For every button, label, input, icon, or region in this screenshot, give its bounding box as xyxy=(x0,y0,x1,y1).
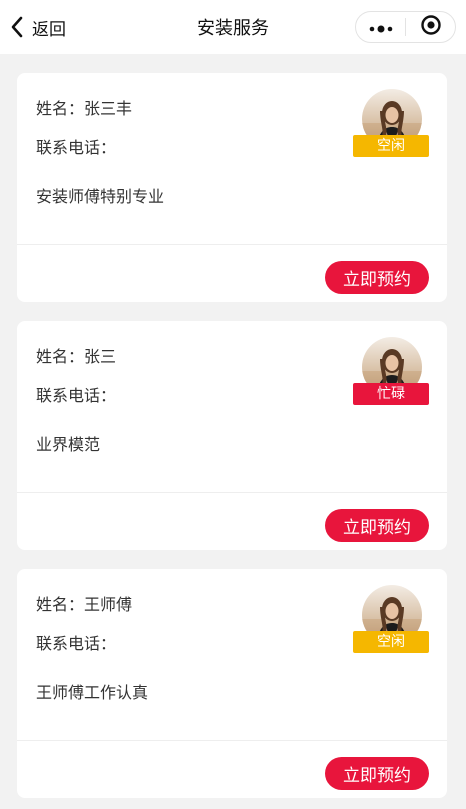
status-badge: 空闲 xyxy=(353,135,429,157)
target-close-icon xyxy=(420,14,442,40)
book-now-button[interactable]: 立即预约 xyxy=(325,509,429,542)
status-badge: 忙碌 xyxy=(353,383,429,405)
technician-description: 安装师傅特别专业 xyxy=(36,187,165,206)
close-mini-program-button[interactable] xyxy=(406,12,455,42)
technician-name: 姓名：王师傅 xyxy=(36,595,133,614)
technician-name: 姓名：张三丰 xyxy=(36,99,133,118)
more-dots-icon xyxy=(368,18,394,37)
navigation-bar: 返回 安装服务 xyxy=(0,0,466,54)
technician-description: 业界模范 xyxy=(36,435,101,454)
technician-phone: 联系电话： xyxy=(36,386,117,405)
status-badge: 空闲 xyxy=(353,631,429,653)
technician-card: 姓名：王师傅 联系电话： 王师傅工作认真 空闲 立即预约 xyxy=(17,569,447,798)
technician-phone: 联系电话： xyxy=(36,634,117,653)
technician-card: 姓名：张三丰 联系电话： 安装师傅特别专业 空闲 立即预约 xyxy=(17,73,447,302)
book-now-button[interactable]: 立即预约 xyxy=(325,261,429,294)
card-divider xyxy=(17,740,447,741)
technician-card: 姓名：张三 联系电话： 业界模范 忙碌 立即预约 xyxy=(17,321,447,550)
technician-description: 王师傅工作认真 xyxy=(36,683,149,702)
more-menu-button[interactable] xyxy=(356,12,405,42)
card-divider xyxy=(17,492,447,493)
technician-name: 姓名：张三 xyxy=(36,347,117,366)
technician-phone: 联系电话： xyxy=(36,138,117,157)
card-divider xyxy=(17,244,447,245)
book-now-button[interactable]: 立即预约 xyxy=(325,757,429,790)
mini-program-capsule xyxy=(355,11,456,43)
